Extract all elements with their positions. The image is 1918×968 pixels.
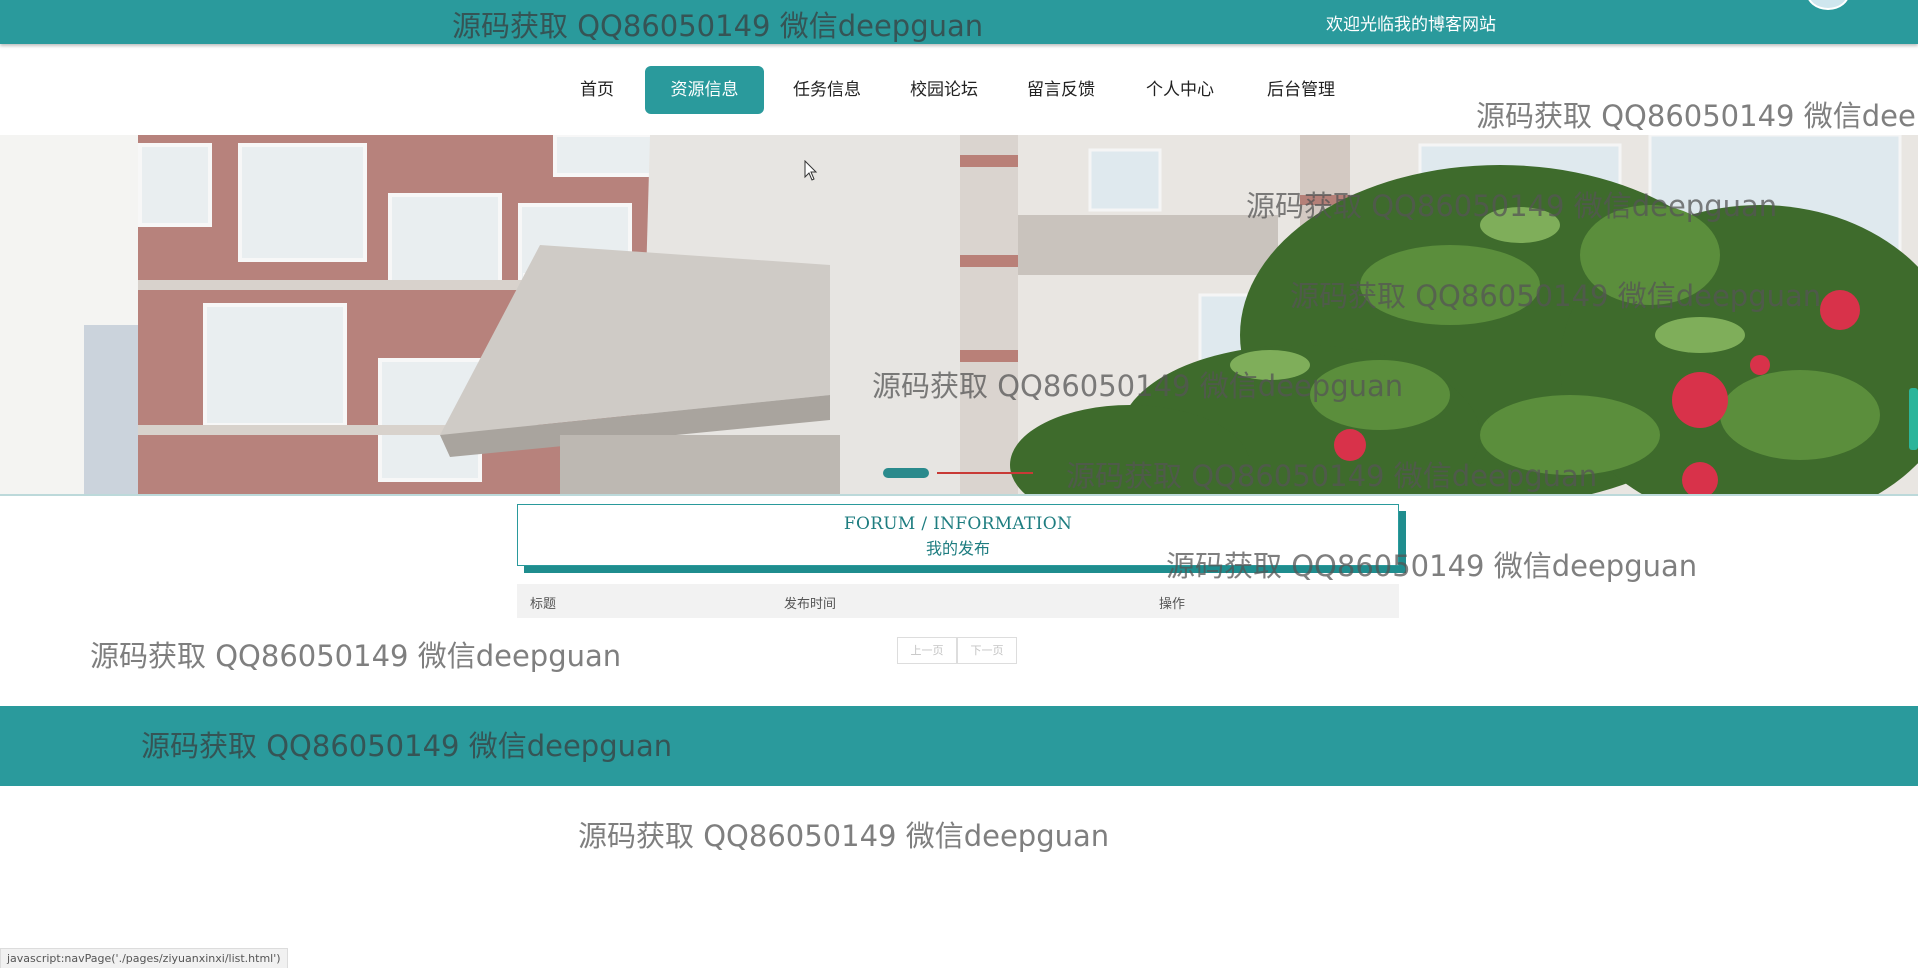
- watermark-text: 源码获取 QQ86050149 微信deepguan: [872, 369, 1404, 403]
- column-header-actions: 操作: [1159, 597, 1186, 612]
- watermark-text: 源码获取 QQ86050149 微信deepguan: [578, 819, 1110, 853]
- watermark-text: 源码获取 QQ86050149 微信deepguan: [1166, 549, 1698, 583]
- scroll-indicator[interactable]: [1909, 388, 1918, 450]
- carousel-dot-active[interactable]: [883, 468, 929, 478]
- watermark-text: 源码获取 QQ86050149 微信deepguan: [1246, 189, 1778, 223]
- banner-divider: [0, 494, 1918, 496]
- prev-page-button[interactable]: 上一页: [897, 637, 957, 664]
- welcome-text: 欢迎光临我的博客网站: [1326, 15, 1496, 35]
- watermark-text: 源码获取 QQ86050149 微信deepguan: [90, 639, 622, 673]
- nav-item-home[interactable]: 首页: [572, 66, 622, 114]
- watermark-text: 源码获取 QQ86050149 微信deepguan: [452, 9, 984, 43]
- carousel-dot-line[interactable]: [937, 472, 1033, 474]
- column-header-date: 发布时间: [784, 597, 837, 612]
- page: 欢迎光临我的博客网站 首页 资源信息 任务信息 校园论坛 留言反馈 个人中心 后…: [0, 0, 1918, 968]
- next-page-button[interactable]: 下一页: [957, 637, 1017, 664]
- column-header-title: 标题: [530, 597, 557, 612]
- table-header: 标题 发布时间 操作: [517, 584, 1399, 618]
- avatar-icon[interactable]: [1806, 0, 1850, 10]
- watermark-text: 源码获取 QQ86050149 微信deepguan: [1066, 459, 1598, 493]
- carousel-indicators: [883, 468, 1033, 478]
- nav-item-admin[interactable]: 后台管理: [1256, 66, 1346, 114]
- nav-item-profile[interactable]: 个人中心: [1136, 66, 1224, 114]
- nav-item-feedback[interactable]: 留言反馈: [1017, 66, 1105, 114]
- watermark-text: 源码获取 QQ86050149 微信deepguan: [1476, 99, 1918, 133]
- watermark-text: 源码获取 QQ86050149 微信deepguan: [1290, 279, 1822, 313]
- watermark-text: 源码获取 QQ86050149 微信deepguan: [141, 729, 673, 763]
- nav-item-tasks[interactable]: 任务信息: [783, 66, 871, 114]
- browser-status-bar: javascript:navPage('./pages/ziyuanxinxi/…: [0, 948, 288, 968]
- mouse-cursor-icon: [804, 160, 818, 181]
- nav-item-resources[interactable]: 资源信息: [645, 66, 764, 114]
- section-title-en: FORUM / INFORMATION: [843, 514, 1073, 534]
- nav-item-forum[interactable]: 校园论坛: [900, 66, 988, 114]
